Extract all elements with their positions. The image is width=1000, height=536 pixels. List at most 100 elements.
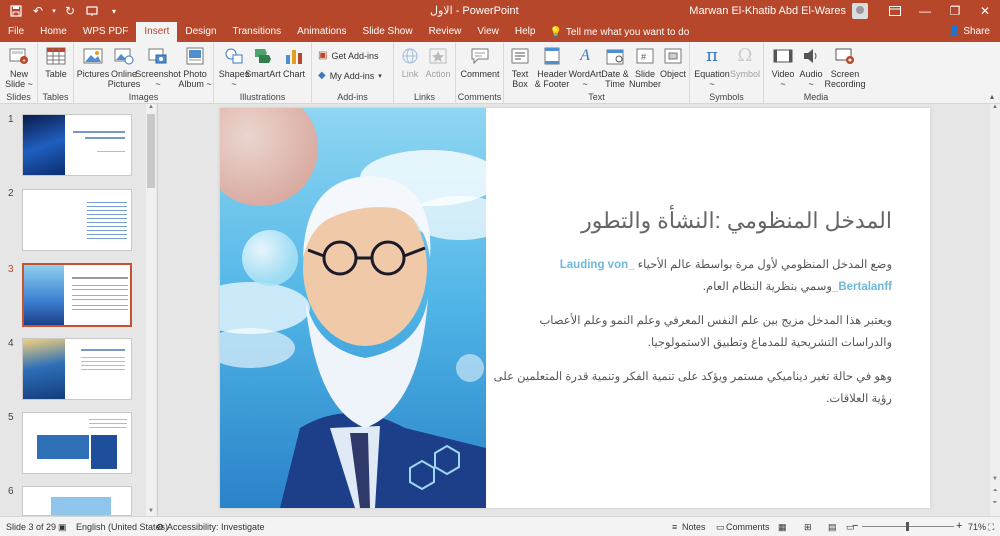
previous-slide-icon[interactable]: ⏶ [990,488,1000,496]
my-addins-label: My Add-ins [329,70,375,81]
slide-paragraph-2[interactable]: ويعتبر هذا المدخل مزيج بين علم النفس الم… [492,310,892,354]
tab-wps-pdf[interactable]: WPS PDF [75,22,137,42]
tab-file[interactable]: File [0,22,32,42]
tab-transitions[interactable]: Transitions [225,22,290,42]
scroll-up-icon[interactable]: ▲ [146,104,156,112]
canvas-scrollbar[interactable]: ▲ ▼ ⏶ ⏷ [990,104,1000,516]
date-time-label: Date & Time [601,69,629,89]
slide-thumbnail-4[interactable] [22,338,132,400]
photo-album-button[interactable]: Photo Album ~ [178,45,212,89]
tab-insert[interactable]: Insert [136,22,178,42]
scroll-down-icon[interactable]: ▼ [990,476,1000,484]
title-bar: ↶ ▾ ↻ ▾ الاول - PowerPoint Marwan El-Kha… [0,0,1000,22]
zoom-slider-thumb[interactable] [906,522,909,531]
thumbnail-image [91,435,117,469]
current-slide[interactable]: المدخل المنظومي :النشأة والتطور وضع المد… [220,108,930,508]
equation-button[interactable]: π Equation ~ [694,45,730,90]
slide-number-button[interactable]: # Slide Number [629,45,661,89]
text-box-button[interactable]: Text Box [506,45,534,89]
tab-review[interactable]: Review [421,22,470,42]
zoom-out-icon[interactable]: − [852,520,858,532]
avatar[interactable] [852,3,868,19]
slide-portrait-image[interactable] [220,108,486,508]
close-icon[interactable]: ✕ [970,0,1000,22]
thumbnail-scrollbar[interactable]: ▲ ▼ [146,104,156,516]
zoom-level[interactable]: 71% [968,522,986,532]
header-footer-button[interactable]: Header & Footer [534,45,570,89]
smartart-button[interactable]: SmartArt [245,45,281,79]
share-button[interactable]: 👤 Share [948,22,990,42]
undo-icon[interactable]: ↶ [28,2,48,20]
group-label-comments: Comments [457,92,502,102]
video-button[interactable]: Video ~ [768,45,798,89]
next-slide-icon[interactable]: ⏷ [990,500,1000,508]
paragraph-text: وسمي بنظرية النظام العام. [702,281,832,293]
comments-button[interactable]: Comments [726,522,770,532]
audio-button[interactable]: Audio ~ [796,45,826,89]
reading-view-icon[interactable]: ▤ [828,522,837,533]
comment-button[interactable]: Comment [460,45,500,79]
pictures-button[interactable]: Pictures [77,45,109,79]
chart-button[interactable]: Chart [280,45,308,79]
tab-view[interactable]: View [469,22,507,42]
slide-thumbnail-6[interactable] [22,486,132,516]
screenshot-button[interactable]: Screenshot ~ [135,45,181,89]
slide-thumbnail-2[interactable] [22,189,132,251]
tab-help[interactable]: Help [507,22,544,42]
thumbnail-text-lines [72,285,128,286]
scroll-down-icon[interactable]: ▼ [146,508,156,516]
comment-label: Comment [460,69,500,79]
undo-dropdown-icon[interactable]: ▾ [50,2,58,20]
group-label-tables: Tables [42,92,69,102]
tell-me-box[interactable]: 💡 Tell me what you want to do [549,22,689,42]
slide-sorter-icon[interactable]: ⊞ [804,522,812,533]
link-icon [399,45,421,67]
tab-slide-show[interactable]: Slide Show [355,22,421,42]
collapse-ribbon-icon[interactable]: ▴ [990,92,994,101]
slide-thumbnail-1[interactable] [22,114,132,176]
user-name[interactable]: Marwan El-Khatib Abd El-Wares [689,5,846,17]
slide-paragraph-3[interactable]: وهو في حالة تغير ديناميكي مستمر ويؤكد عل… [492,366,892,410]
ribbon-display-options-icon[interactable] [880,0,910,22]
date-time-button[interactable]: Date & Time [600,45,630,89]
scroll-up-icon[interactable]: ▲ [990,104,1000,112]
slide-thumbnail-5[interactable] [22,412,132,474]
slide-title[interactable]: المدخل المنظومي :النشأة والتطور [512,208,892,234]
link-button[interactable]: Link [398,45,422,79]
customize-quick-access-icon[interactable]: ▾ [104,2,124,20]
group-tables: Table Tables [38,42,74,104]
get-addins-button[interactable]: ▣ Get Add-ins [318,50,378,61]
store-icon: ▣ [318,50,328,61]
save-icon[interactable] [6,2,26,20]
slide-thumbnail-3[interactable] [22,263,132,327]
speaker-icon [800,45,822,67]
tab-home[interactable]: Home [32,22,75,42]
thumbnail-image [23,115,65,175]
wordart-button[interactable]: A WordArt ~ [568,45,602,90]
slide-paragraph-1[interactable]: وضع المدخل المنظومي لأول مرة بواسطة عالم… [492,254,892,298]
object-button[interactable]: Object [658,45,688,79]
redo-icon[interactable]: ↻ [60,2,80,20]
minimize-icon[interactable]: — [910,0,940,22]
restore-icon[interactable]: ❐ [940,0,970,22]
screen-recording-button[interactable]: Screen Recording [824,45,866,89]
group-text: Text Box Header & Footer A WordArt ~ Dat… [504,42,690,104]
tab-animations[interactable]: Animations [289,22,354,42]
notes-button[interactable]: Notes [682,522,706,532]
thumbnail-image [37,435,89,459]
action-button[interactable]: Action [424,45,452,79]
fit-to-window-icon[interactable]: ⛶ [988,522,994,533]
language-indicator[interactable]: English (United States) [76,522,168,532]
symbol-button[interactable]: Ω Symbol [730,45,760,80]
new-slide-icon: + [8,45,30,67]
zoom-in-icon[interactable]: + [956,520,962,532]
table-button[interactable]: Table [42,45,70,79]
accessibility-status[interactable]: Accessibility: Investigate [167,522,265,532]
present-icon[interactable] [82,2,102,20]
scrollbar-thumb[interactable] [147,114,155,188]
new-slide-button[interactable]: + New Slide ~ [4,45,34,89]
tab-design[interactable]: Design [177,22,224,42]
spellcheck-icon[interactable]: ▣ [58,522,67,533]
normal-view-icon[interactable]: ▦ [778,522,787,533]
my-addins-button[interactable]: ◆ My Add-ins ▾ [318,70,382,81]
